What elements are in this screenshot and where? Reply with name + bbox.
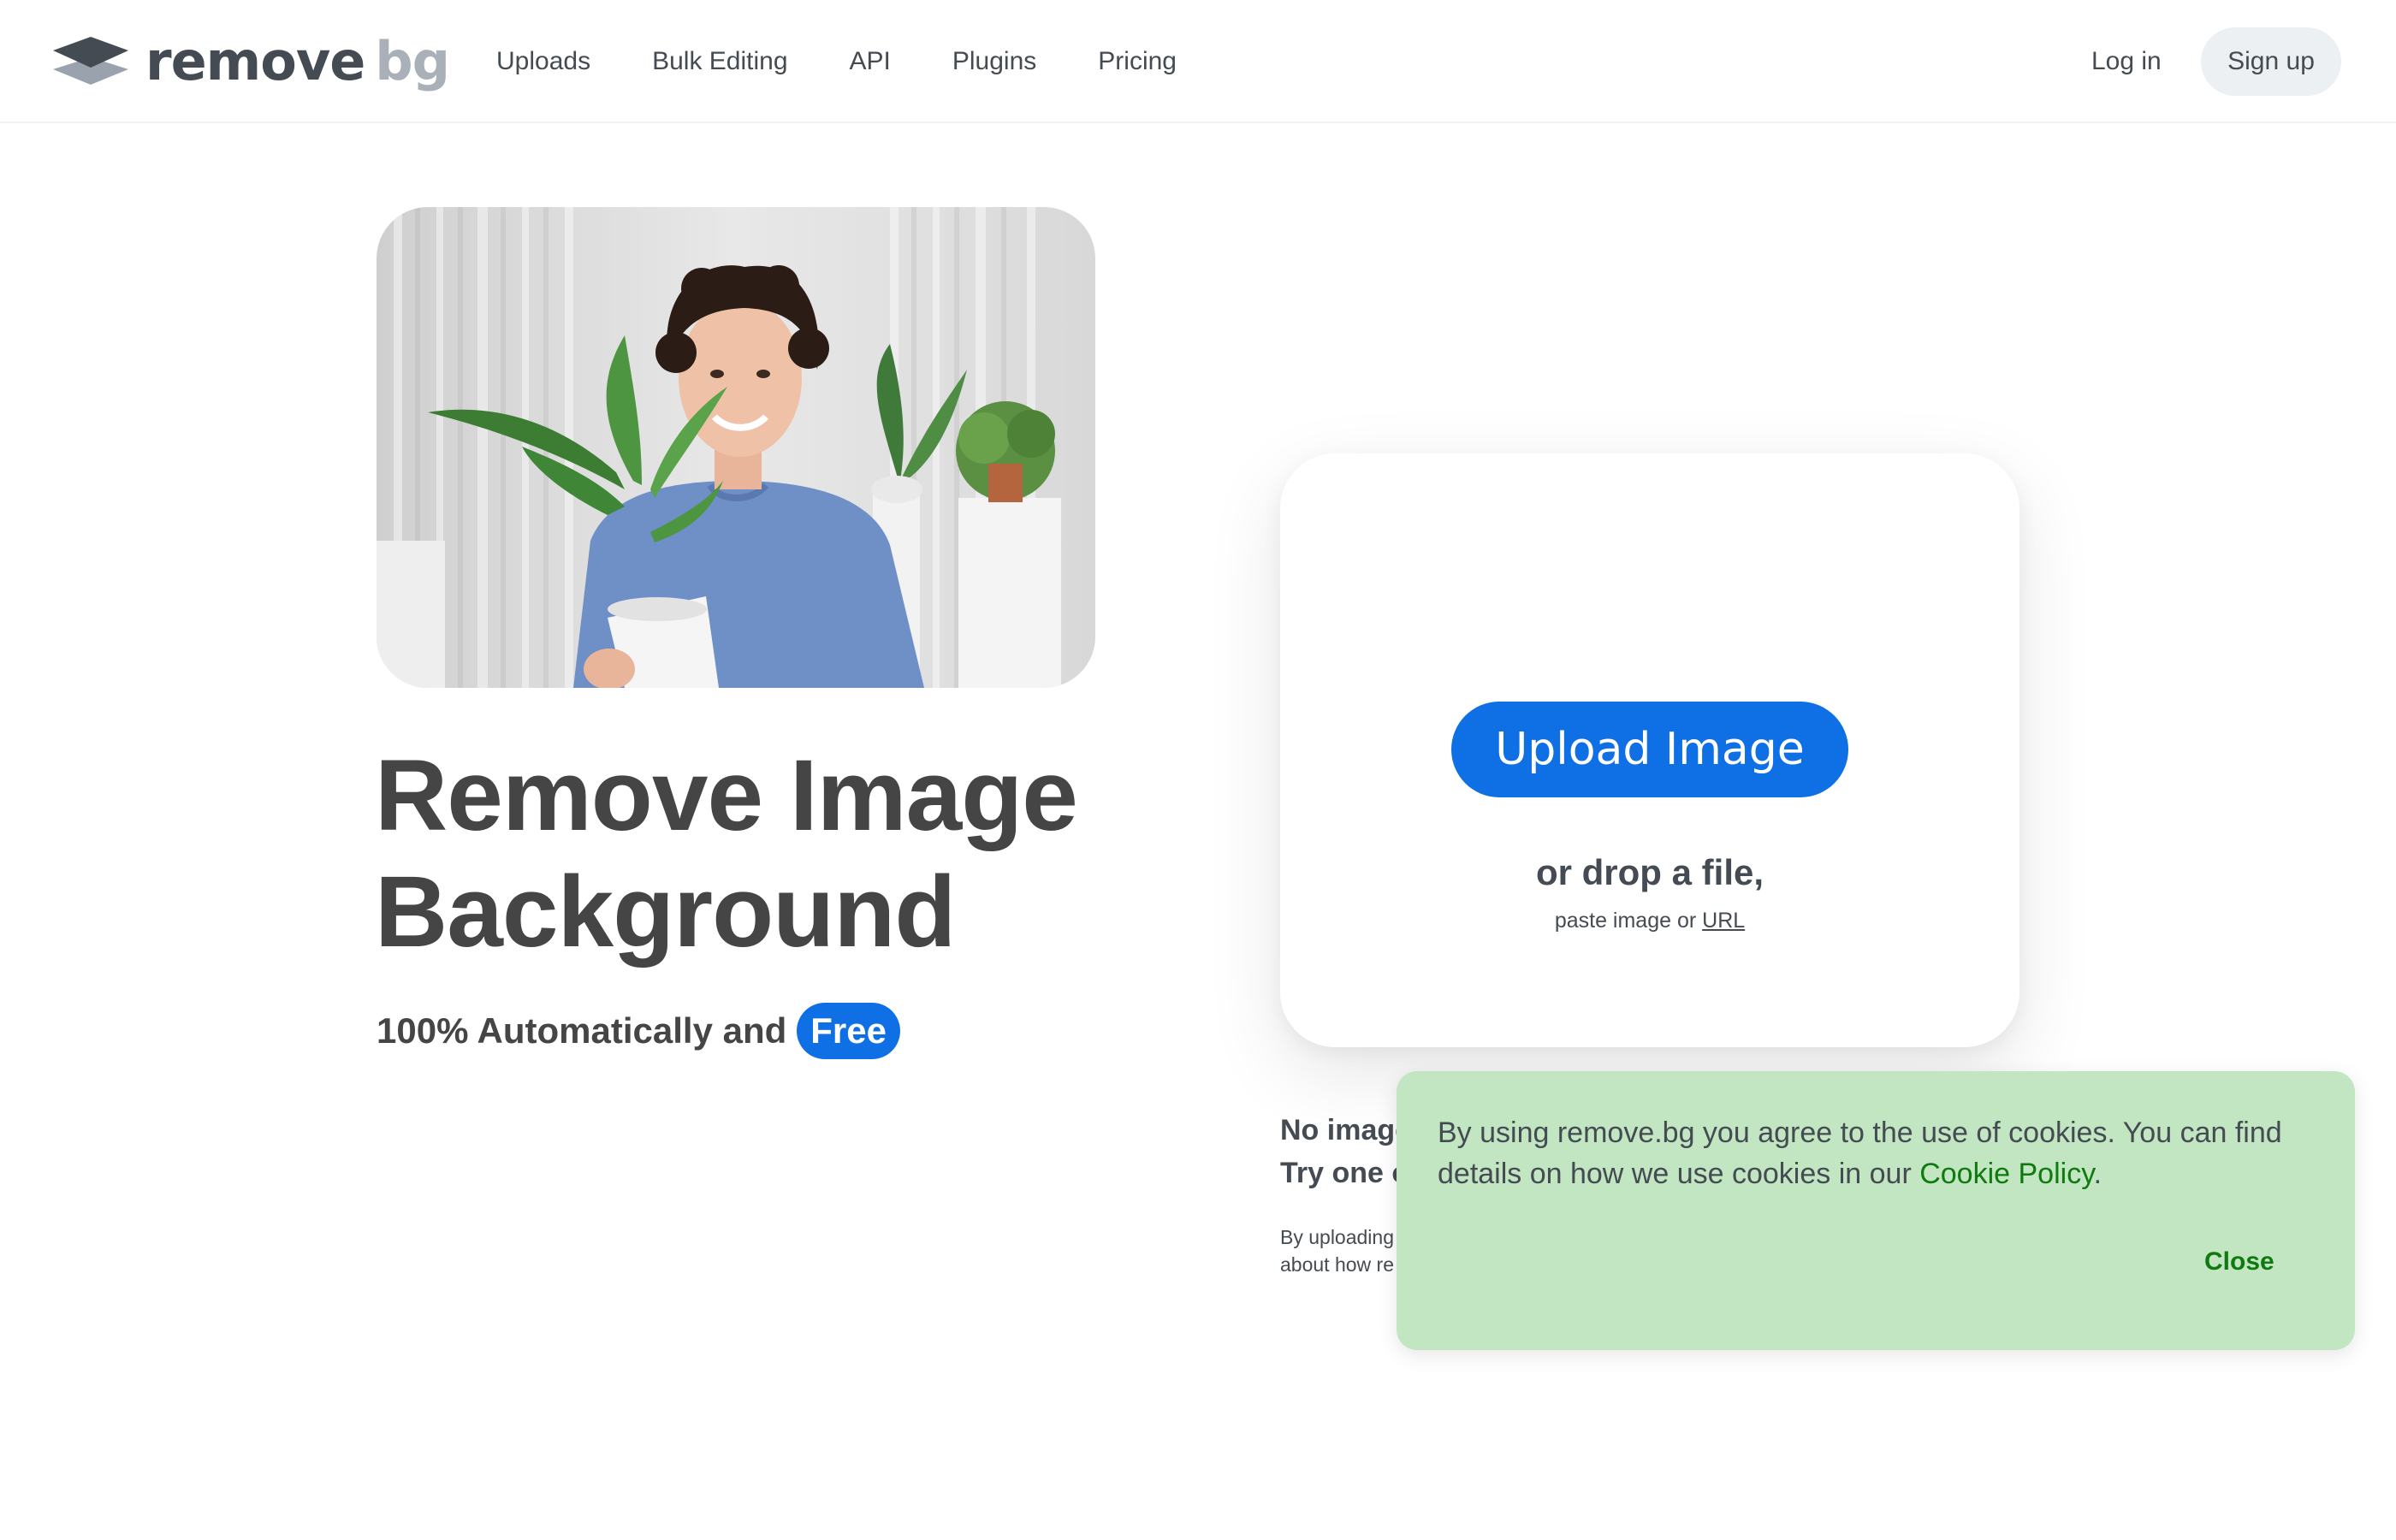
layers-logo-icon — [53, 37, 128, 85]
upload-dropzone[interactable]: Upload Image or drop a file, paste image… — [1280, 453, 2019, 1047]
cookie-message-text: By using remove.bg you agree to the use … — [1438, 1116, 2282, 1190]
cookie-message: By using remove.bg you agree to the use … — [1438, 1112, 2319, 1194]
main-nav: Uploads Bulk Editing API Plugins Pricing — [496, 41, 1238, 82]
headline-line-2: Background — [375, 856, 956, 968]
cookie-banner: By using remove.bg you agree to the use … — [1397, 1071, 2355, 1350]
legal-line-2: about how re — [1280, 1253, 1394, 1276]
nav-bulk-editing[interactable]: Bulk Editing — [652, 41, 787, 82]
legal-line-1: By uploading — [1280, 1226, 1394, 1248]
upload-legal-text: By uploading about how re — [1280, 1223, 1394, 1278]
signup-button[interactable]: Sign up — [2201, 27, 2341, 96]
login-link[interactable]: Log in — [2091, 41, 2162, 82]
page: remove bg Uploads Bulk Editing API Plugin… — [0, 0, 2396, 1540]
cookie-close-button[interactable]: Close — [2204, 1247, 2274, 1276]
subline-text: 100% Automatically and — [377, 1010, 787, 1051]
drop-file-title: or drop a file, — [1535, 852, 1764, 892]
cookie-message-end: . — [2093, 1158, 2102, 1190]
sample-images-prompt: No image Try one o — [1280, 1109, 1411, 1194]
paste-hint: paste image or URL — [1280, 909, 2019, 933]
url-link[interactable]: URL — [1702, 909, 1745, 933]
nav-api[interactable]: API — [850, 41, 891, 82]
sample-prompt-line-2: Try one o — [1280, 1157, 1410, 1189]
nav-uploads[interactable]: Uploads — [496, 41, 590, 82]
free-badge: Free — [797, 1003, 900, 1059]
nav-plugins[interactable]: Plugins — [952, 41, 1036, 82]
upload-image-button[interactable]: Upload Image — [1451, 702, 1848, 797]
hero-subline: 100% Automatically and Free — [377, 1001, 900, 1061]
nav-pricing[interactable]: Pricing — [1098, 41, 1177, 82]
cookie-policy-link[interactable]: Cookie Policy — [1919, 1158, 2093, 1190]
top-navbar: remove bg Uploads Bulk Editing API Plugin… — [0, 0, 2396, 123]
logo-word-remove: remove — [145, 30, 365, 92]
page-headline: Remove Image Background — [375, 737, 1145, 970]
headline-line-1: Remove Image — [375, 739, 1078, 852]
hero-photo — [377, 207, 1095, 688]
paste-hint-text: paste image or — [1554, 909, 1703, 933]
logo[interactable]: remove bg — [53, 34, 450, 89]
sample-prompt-line-1: No image — [1280, 1114, 1412, 1146]
logo-word-bg: bg — [375, 30, 450, 92]
logo-wordmark: remove bg — [145, 35, 450, 88]
